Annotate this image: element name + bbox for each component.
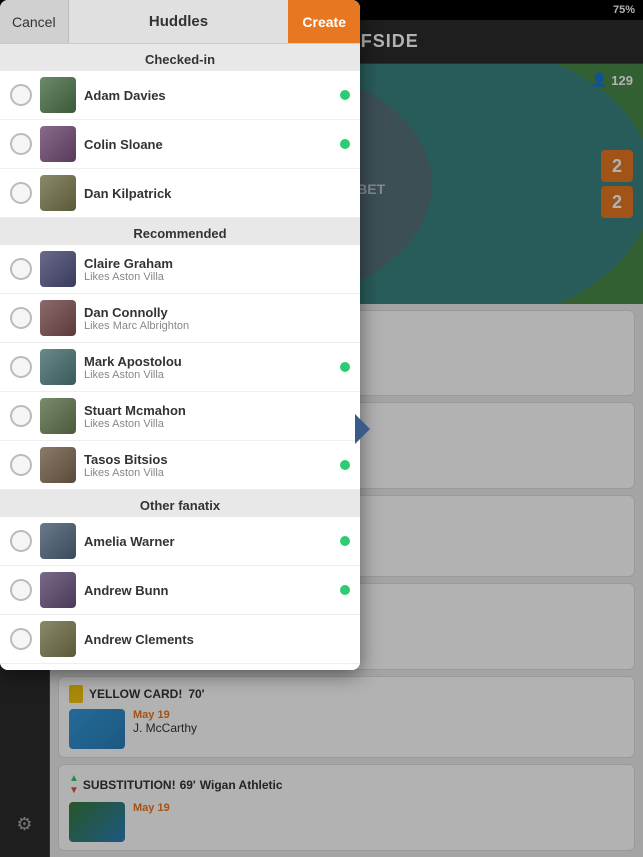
- user-name-colin: Colin Sloane: [84, 137, 332, 152]
- user-info-adam: Adam Davies: [84, 88, 332, 103]
- online-dot-adam: [340, 90, 350, 100]
- user-sub-dan-c: Likes Marc Albrighton: [84, 320, 332, 332]
- user-info-colin: Colin Sloane: [84, 137, 332, 152]
- user-name-tasos: Tasos Bitsios: [84, 452, 332, 467]
- user-radio-mark[interactable]: [10, 356, 32, 378]
- user-info-andrew-b: Andrew Bunn: [84, 583, 332, 598]
- modal-header: Cancel Huddles Create: [0, 0, 360, 44]
- user-sub-mark: Likes Aston Villa: [84, 369, 332, 381]
- user-radio-andrew-c[interactable]: [10, 628, 32, 650]
- online-dot-stuart: [340, 411, 350, 421]
- user-radio-colin[interactable]: [10, 133, 32, 155]
- user-row-chris[interactable]: Chris Moon: [0, 664, 360, 670]
- online-dot-andrew-c: [340, 634, 350, 644]
- user-sub-stuart: Likes Aston Villa: [84, 418, 332, 430]
- user-avatar-andrew-b: [40, 572, 76, 608]
- online-dot-dan-c: [340, 313, 350, 323]
- user-radio-tasos[interactable]: [10, 454, 32, 476]
- user-avatar-dan-c: [40, 300, 76, 336]
- user-row-colin[interactable]: Colin Sloane: [0, 120, 360, 169]
- online-dot-amelia: [340, 536, 350, 546]
- user-info-tasos: Tasos Bitsios Likes Aston Villa: [84, 452, 332, 479]
- user-row-dan-k[interactable]: Dan Kilpatrick: [0, 169, 360, 218]
- user-row-mark[interactable]: Mark Apostolou Likes Aston Villa: [0, 343, 360, 392]
- user-name-amelia: Amelia Warner: [84, 534, 332, 549]
- user-info-dan-c: Dan Connolly Likes Marc Albrighton: [84, 305, 332, 332]
- user-name-dan-c: Dan Connolly: [84, 305, 332, 320]
- user-avatar-colin: [40, 126, 76, 162]
- cancel-button[interactable]: Cancel: [0, 0, 69, 43]
- modal-title: Huddles: [69, 13, 289, 30]
- user-name-claire: Claire Graham: [84, 256, 332, 271]
- create-button[interactable]: Create: [288, 0, 360, 43]
- user-sub-claire: Likes Aston Villa: [84, 271, 332, 283]
- user-avatar-mark: [40, 349, 76, 385]
- user-name-adam: Adam Davies: [84, 88, 332, 103]
- user-avatar-dan-k: [40, 175, 76, 211]
- user-info-claire: Claire Graham Likes Aston Villa: [84, 256, 332, 283]
- online-dot-claire: [340, 264, 350, 274]
- section-checked-in: Checked-in: [0, 44, 360, 71]
- user-radio-adam[interactable]: [10, 84, 32, 106]
- user-avatar-tasos: [40, 447, 76, 483]
- user-row-andrew-c[interactable]: Andrew Clements: [0, 615, 360, 664]
- user-row-tasos[interactable]: Tasos Bitsios Likes Aston Villa: [0, 441, 360, 490]
- user-info-dan-k: Dan Kilpatrick: [84, 186, 332, 201]
- huddles-modal: Cancel Huddles Create Checked-in Adam Da…: [0, 0, 360, 670]
- user-sub-tasos: Likes Aston Villa: [84, 467, 332, 479]
- online-dot-tasos: [340, 460, 350, 470]
- user-avatar-adam: [40, 77, 76, 113]
- section-recommended: Recommended: [0, 218, 360, 245]
- user-row-adam[interactable]: Adam Davies: [0, 71, 360, 120]
- online-dot-andrew-b: [340, 585, 350, 595]
- user-row-andrew-b[interactable]: Andrew Bunn: [0, 566, 360, 615]
- user-row-dan-c[interactable]: Dan Connolly Likes Marc Albrighton: [0, 294, 360, 343]
- user-name-andrew-c: Andrew Clements: [84, 632, 332, 647]
- user-avatar-stuart: [40, 398, 76, 434]
- user-radio-amelia[interactable]: [10, 530, 32, 552]
- user-radio-dan-k[interactable]: [10, 182, 32, 204]
- modal-body[interactable]: Checked-in Adam Davies Colin Sloane: [0, 44, 360, 670]
- user-row-claire[interactable]: Claire Graham Likes Aston Villa: [0, 245, 360, 294]
- online-dot-dan-k: [340, 188, 350, 198]
- user-name-mark: Mark Apostolou: [84, 354, 332, 369]
- user-info-andrew-c: Andrew Clements: [84, 632, 332, 647]
- modal-arrow: [355, 414, 370, 444]
- modal-overlay[interactable]: Cancel Huddles Create Checked-in Adam Da…: [0, 0, 643, 857]
- user-name-andrew-b: Andrew Bunn: [84, 583, 332, 598]
- online-dot-mark: [340, 362, 350, 372]
- user-row-amelia[interactable]: Amelia Warner: [0, 517, 360, 566]
- user-avatar-andrew-c: [40, 621, 76, 657]
- user-info-amelia: Amelia Warner: [84, 534, 332, 549]
- user-radio-andrew-b[interactable]: [10, 579, 32, 601]
- user-radio-stuart[interactable]: [10, 405, 32, 427]
- online-dot-colin: [340, 139, 350, 149]
- user-name-dan-k: Dan Kilpatrick: [84, 186, 332, 201]
- user-radio-claire[interactable]: [10, 258, 32, 280]
- user-info-mark: Mark Apostolou Likes Aston Villa: [84, 354, 332, 381]
- user-avatar-amelia: [40, 523, 76, 559]
- user-radio-dan-c[interactable]: [10, 307, 32, 329]
- user-name-stuart: Stuart Mcmahon: [84, 403, 332, 418]
- section-other: Other fanatix: [0, 490, 360, 517]
- user-avatar-claire: [40, 251, 76, 287]
- user-info-stuart: Stuart Mcmahon Likes Aston Villa: [84, 403, 332, 430]
- user-row-stuart[interactable]: Stuart Mcmahon Likes Aston Villa: [0, 392, 360, 441]
